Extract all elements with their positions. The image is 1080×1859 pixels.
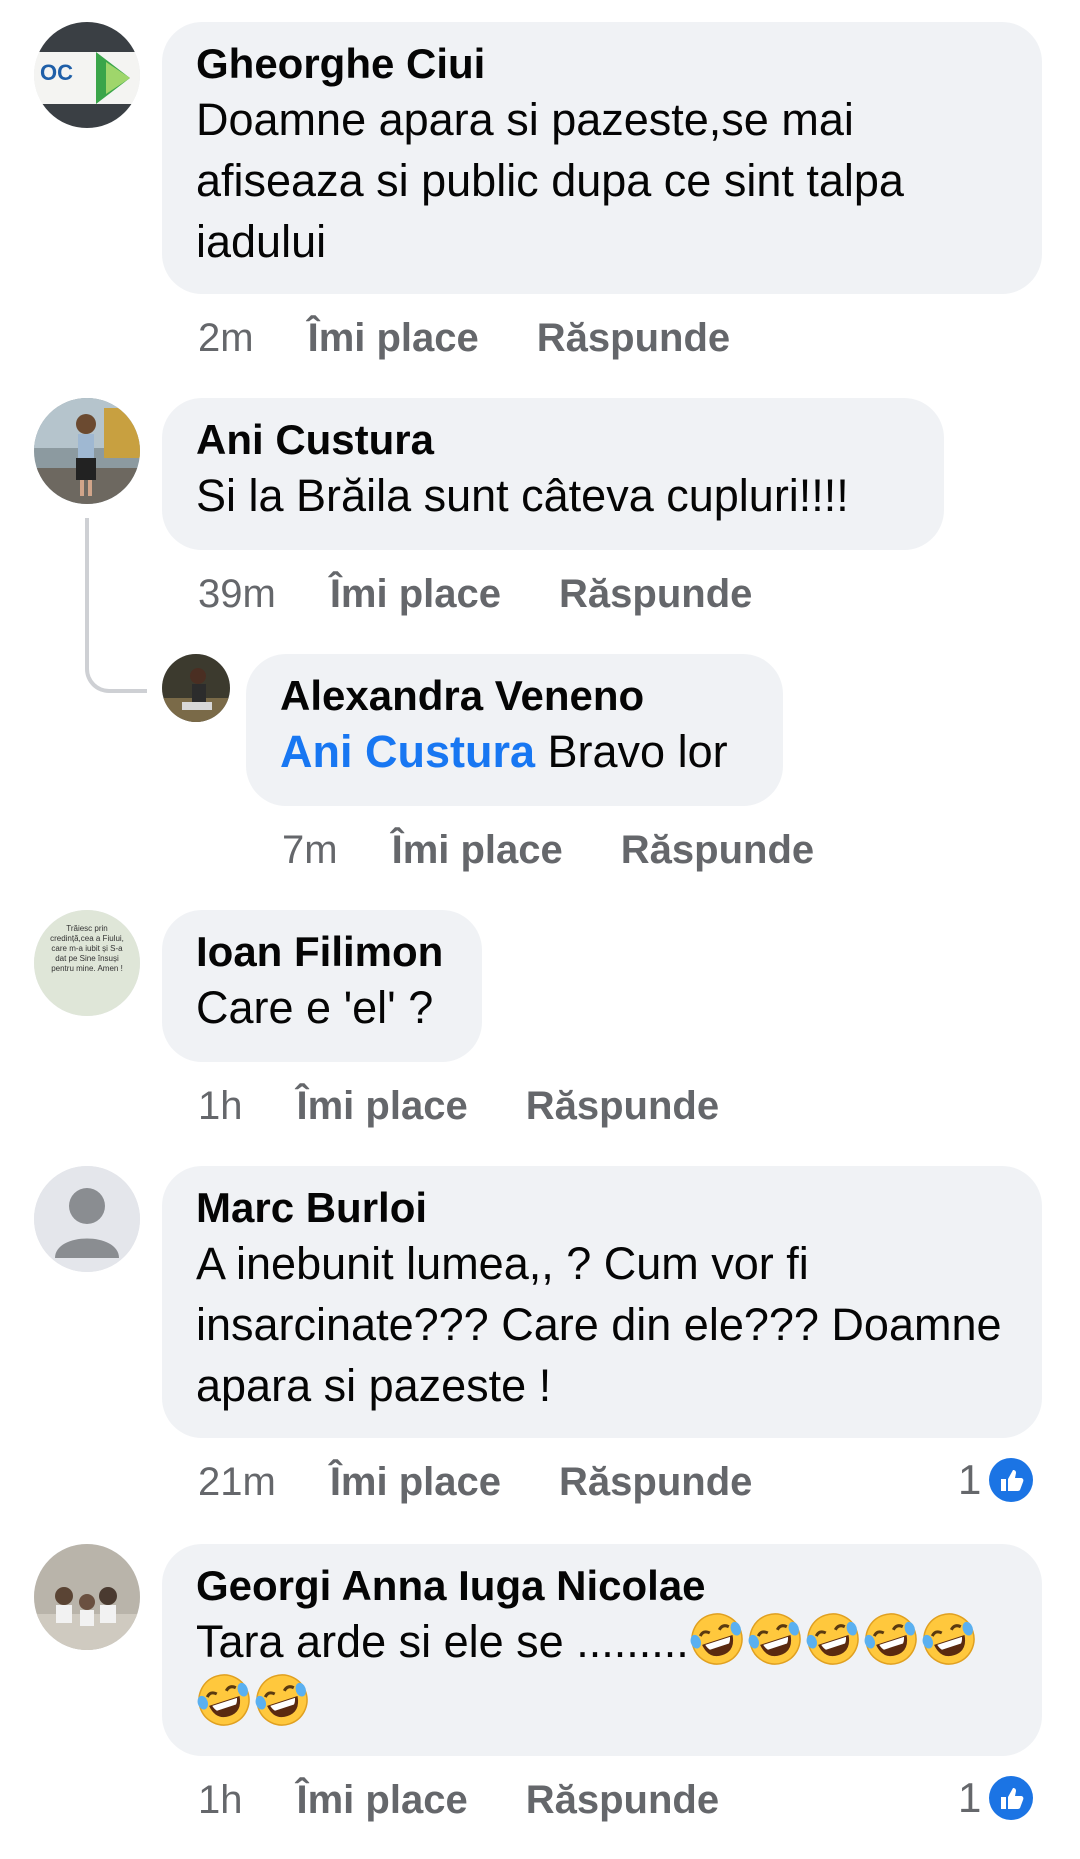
rolling-on-floor-laughing-emoji bbox=[689, 1611, 745, 1667]
reply-thread-line bbox=[85, 518, 147, 693]
comment-time[interactable]: 39m bbox=[198, 572, 276, 616]
rolling-on-floor-laughing-emoji bbox=[921, 1611, 977, 1667]
rolling-on-floor-laughing-emoji bbox=[254, 1672, 310, 1728]
avatar-quote-text: Trăiesc prin credință,cea a Fiului, care… bbox=[50, 924, 124, 973]
reply-button[interactable]: Răspunde bbox=[559, 572, 752, 616]
comment-actions: 7m Îmi place Răspunde bbox=[282, 826, 814, 874]
svg-text:OC: OC bbox=[40, 60, 73, 85]
reaction-summary[interactable]: 1 bbox=[958, 1456, 1034, 1504]
like-button[interactable]: Îmi place bbox=[297, 1084, 468, 1128]
like-button[interactable]: Îmi place bbox=[392, 828, 563, 872]
comment-time[interactable]: 21m bbox=[198, 1460, 276, 1504]
avatar-alexandra-veneno[interactable] bbox=[162, 654, 230, 722]
comment-bubble: Marc Burloi A inebunit lumea,, ? Cum vor… bbox=[162, 1166, 1042, 1438]
like-button[interactable]: Îmi place bbox=[297, 1778, 468, 1822]
reply-button[interactable]: Răspunde bbox=[526, 1778, 719, 1822]
avatar-georgi-anna-iuga-nicolae[interactable] bbox=[34, 1544, 140, 1650]
comment-bubble: Gheorghe Ciui Doamne apara si pazeste,se… bbox=[162, 22, 1042, 294]
comment-actions: 21m Îmi place Răspunde bbox=[198, 1458, 752, 1506]
comment-text: Care e 'el' ? bbox=[196, 982, 434, 1033]
comment-bubble: Ioan Filimon Care e 'el' ? bbox=[162, 910, 482, 1062]
reply-button[interactable]: Răspunde bbox=[621, 828, 814, 872]
comment-time[interactable]: 1h bbox=[198, 1084, 243, 1128]
reaction-count: 1 bbox=[958, 1456, 982, 1503]
comment-bubble: Ani Custura Si la Brăila sunt câteva cup… bbox=[162, 398, 944, 550]
comment-actions: 1h Îmi place Răspunde bbox=[198, 1082, 719, 1130]
rolling-on-floor-laughing-emoji bbox=[863, 1611, 919, 1667]
reaction-count: 1 bbox=[958, 1774, 982, 1821]
comment-text: Tara arde si ele se ......... bbox=[196, 1611, 1008, 1733]
avatar-gheorghe-ciui[interactable]: OC bbox=[34, 22, 140, 128]
comment-text: Ani Custura Bravo lor bbox=[280, 721, 749, 782]
comment-author[interactable]: Georgi Anna Iuga Nicolae bbox=[196, 1561, 1008, 1611]
avatar-ioan-filimon[interactable]: Trăiesc prin credință,cea a Fiului, care… bbox=[34, 910, 140, 1016]
comment-author[interactable]: Ioan Filimon bbox=[196, 927, 448, 977]
comment-actions: 1h Îmi place Răspunde bbox=[198, 1776, 719, 1824]
like-icon bbox=[989, 1776, 1034, 1820]
avatar-marc-burloi[interactable] bbox=[34, 1166, 140, 1272]
comment-bubble: Alexandra Veneno Ani Custura Bravo lor bbox=[246, 654, 783, 806]
rolling-on-floor-laughing-emoji bbox=[805, 1611, 861, 1667]
avatar-ani-custura[interactable] bbox=[34, 398, 140, 504]
comment-text: A inebunit lumea,, ? Cum vor fi insarcin… bbox=[196, 1238, 1002, 1411]
rolling-on-floor-laughing-emoji bbox=[196, 1672, 252, 1728]
comment-author[interactable]: Ani Custura bbox=[196, 415, 910, 465]
comment-actions: 2m Îmi place Răspunde bbox=[198, 314, 730, 362]
comment-author[interactable]: Alexandra Veneno bbox=[280, 671, 749, 721]
comment-text-body: Tara arde si ele se ......... bbox=[196, 1616, 689, 1667]
comment-text: Si la Brăila sunt câteva cupluri!!!! bbox=[196, 470, 849, 521]
like-icon bbox=[989, 1458, 1034, 1502]
comment-author[interactable]: Gheorghe Ciui bbox=[196, 39, 1008, 89]
reply-button[interactable]: Răspunde bbox=[559, 1460, 752, 1504]
comment-time[interactable]: 7m bbox=[282, 828, 338, 872]
rolling-on-floor-laughing-emoji bbox=[747, 1611, 803, 1667]
like-button[interactable]: Îmi place bbox=[308, 316, 479, 360]
comment-text-body: Bravo lor bbox=[535, 726, 728, 777]
mention-link[interactable]: Ani Custura bbox=[280, 726, 535, 777]
comment-actions: 39m Îmi place Răspunde bbox=[198, 570, 752, 618]
reaction-summary[interactable]: 1 bbox=[958, 1774, 1034, 1822]
reply-button[interactable]: Răspunde bbox=[526, 1084, 719, 1128]
reply-button[interactable]: Răspunde bbox=[537, 316, 730, 360]
like-button[interactable]: Îmi place bbox=[330, 1460, 501, 1504]
comment-time[interactable]: 2m bbox=[198, 316, 254, 360]
comment-author[interactable]: Marc Burloi bbox=[196, 1183, 1008, 1233]
like-button[interactable]: Îmi place bbox=[330, 572, 501, 616]
comment-time[interactable]: 1h bbox=[198, 1778, 243, 1822]
comment-text: Doamne apara si pazeste,se mai afiseaza … bbox=[196, 94, 904, 267]
comment-bubble: Georgi Anna Iuga Nicolae Tara arde si el… bbox=[162, 1544, 1042, 1756]
